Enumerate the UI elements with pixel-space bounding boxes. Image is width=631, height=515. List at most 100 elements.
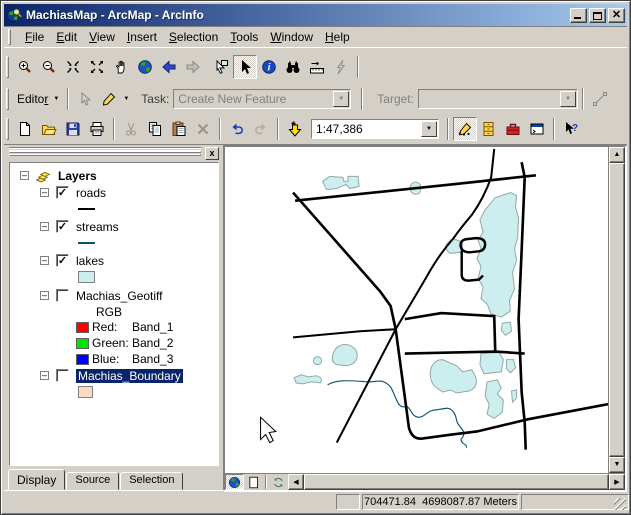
menu-file[interactable]: File xyxy=(19,28,50,46)
standard-toolbar-grip[interactable] xyxy=(6,118,9,140)
collapse-icon[interactable]: – xyxy=(20,171,29,180)
boundary-visibility-checkbox[interactable] xyxy=(56,369,69,382)
roads-visibility-checkbox[interactable]: ✓ xyxy=(56,186,69,199)
identify-button[interactable]: i xyxy=(257,55,281,79)
whats-this-help-button[interactable]: ? xyxy=(559,117,583,141)
collapse-icon[interactable]: – xyxy=(40,291,49,300)
collapse-icon[interactable]: – xyxy=(40,256,49,265)
refresh-view-button[interactable] xyxy=(269,474,288,490)
lakes-fill-symbol[interactable] xyxy=(78,271,95,283)
vertical-scrollbar[interactable]: ▲ ▼ xyxy=(608,147,625,473)
target-dropdown-button[interactable]: ▼ xyxy=(560,91,576,107)
boundary-fill-symbol[interactable] xyxy=(78,386,93,398)
task-dropdown-button[interactable]: ▼ xyxy=(333,91,349,107)
tree-item-machias-geotiff[interactable]: – Machias_Geotiff xyxy=(10,287,218,304)
sketch-tool-dropdown[interactable]: ▼ xyxy=(123,96,129,102)
scale-combobox[interactable]: 1:47,386 ▼ xyxy=(311,119,439,139)
streams-line-symbol[interactable] xyxy=(78,242,95,244)
command-line-button[interactable] xyxy=(525,117,549,141)
zoom-out-button[interactable] xyxy=(37,55,61,79)
scroll-right-button[interactable]: ▶ xyxy=(609,474,625,490)
editor-menu-button[interactable]: Editor ▼ xyxy=(13,90,63,108)
find-button[interactable] xyxy=(281,55,305,79)
tree-item-roads[interactable]: – ✓ roads xyxy=(10,184,218,201)
copy-button[interactable] xyxy=(143,117,167,141)
go-forward-button[interactable] xyxy=(181,55,205,79)
scroll-left-button[interactable]: ◀ xyxy=(288,474,304,490)
pan-button[interactable] xyxy=(109,55,133,79)
arccatalog-button[interactable] xyxy=(477,117,501,141)
tree-item-layers-root[interactable]: – Layers xyxy=(10,167,218,184)
toc-close-button[interactable]: x xyxy=(205,147,219,160)
editor-toolbar-grip[interactable] xyxy=(6,88,9,110)
menu-tools[interactable]: Tools xyxy=(224,28,264,46)
blue-band-swatch[interactable] xyxy=(76,354,89,365)
editor-toolbar-toggle-button[interactable] xyxy=(453,117,477,141)
tab-display[interactable]: Display xyxy=(8,469,65,490)
print-button[interactable] xyxy=(85,117,109,141)
collapse-icon[interactable]: – xyxy=(40,222,49,231)
delete-button[interactable] xyxy=(191,117,215,141)
tools-toolbar-grip[interactable] xyxy=(6,56,9,78)
paste-button[interactable] xyxy=(167,117,191,141)
minimize-button[interactable] xyxy=(570,8,587,23)
menu-edit[interactable]: Edit xyxy=(50,28,83,46)
tab-selection[interactable]: Selection xyxy=(120,472,183,490)
select-features-button[interactable] xyxy=(209,55,233,79)
geotiff-visibility-checkbox[interactable] xyxy=(56,289,69,302)
menu-insert[interactable]: Insert xyxy=(121,28,163,46)
measure-button[interactable] xyxy=(305,55,329,79)
menubar-grip[interactable] xyxy=(8,29,11,45)
paste-clipboard-icon xyxy=(171,121,187,137)
menu-help[interactable]: Help xyxy=(319,28,356,46)
zoom-in-button[interactable] xyxy=(13,55,37,79)
red-band-swatch[interactable] xyxy=(76,322,89,333)
sketch-tool-button[interactable] xyxy=(97,87,121,111)
tab-source[interactable]: Source xyxy=(66,472,119,490)
lakes-visibility-checkbox[interactable]: ✓ xyxy=(56,254,69,267)
resize-grip[interactable] xyxy=(614,498,626,510)
tree-item-streams[interactable]: – ✓ streams xyxy=(10,218,218,235)
fixed-zoom-out-button[interactable] xyxy=(85,55,109,79)
pan-hand-icon xyxy=(113,59,129,75)
arctoolbox-button[interactable] xyxy=(501,117,525,141)
scroll-up-button[interactable]: ▲ xyxy=(609,147,625,163)
edit-tool-button[interactable] xyxy=(73,87,97,111)
menu-window[interactable]: Window xyxy=(264,28,319,46)
vertical-scroll-thumb[interactable] xyxy=(609,163,625,457)
horizontal-scroll-thumb[interactable] xyxy=(304,474,609,490)
menu-view[interactable]: View xyxy=(83,28,121,46)
tree-item-machias-boundary[interactable]: – Machias_Boundary xyxy=(10,367,218,384)
redo-button[interactable] xyxy=(249,117,273,141)
roads-line-symbol[interactable] xyxy=(78,208,95,210)
collapse-icon[interactable]: – xyxy=(40,188,49,197)
new-map-button[interactable] xyxy=(13,117,37,141)
go-back-button[interactable] xyxy=(157,55,181,79)
fixed-zoom-in-button[interactable] xyxy=(61,55,85,79)
maximize-button[interactable] xyxy=(589,8,606,23)
scroll-down-button[interactable]: ▼ xyxy=(609,457,625,473)
open-button[interactable] xyxy=(37,117,61,141)
tree-item-lakes[interactable]: – ✓ lakes xyxy=(10,252,218,269)
data-view-button[interactable] xyxy=(225,474,244,490)
menu-selection[interactable]: Selection xyxy=(163,28,224,46)
toc-drag-grip[interactable] xyxy=(9,148,201,157)
undo-button[interactable] xyxy=(225,117,249,141)
add-data-button[interactable] xyxy=(283,117,307,141)
streams-visibility-checkbox[interactable]: ✓ xyxy=(56,220,69,233)
scale-dropdown-button[interactable]: ▼ xyxy=(421,121,437,137)
save-button[interactable] xyxy=(61,117,85,141)
full-extent-button[interactable] xyxy=(133,55,157,79)
task-combobox[interactable]: Create New Feature ▼ xyxy=(173,89,351,109)
close-button[interactable]: ✕ xyxy=(608,8,625,23)
layout-view-button[interactable] xyxy=(244,474,263,490)
select-elements-button[interactable] xyxy=(233,55,257,79)
target-combobox[interactable]: ▼ xyxy=(418,89,578,109)
hyperlink-button[interactable] xyxy=(329,55,353,79)
cut-button[interactable] xyxy=(119,117,143,141)
sketch-properties-button[interactable] xyxy=(588,87,612,111)
map-canvas[interactable] xyxy=(225,147,608,473)
title-bar[interactable]: MachiasMap - ArcMap - ArcInfo ✕ xyxy=(4,4,627,26)
green-band-swatch[interactable] xyxy=(76,338,89,349)
collapse-icon[interactable]: – xyxy=(40,371,49,380)
